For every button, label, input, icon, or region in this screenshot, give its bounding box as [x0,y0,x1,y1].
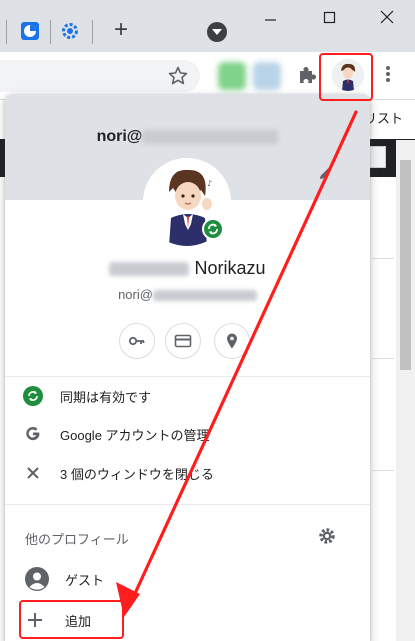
profile-item-guest[interactable]: ゲスト [5,561,370,597]
tab-separator [92,20,93,44]
guest-avatar-icon [25,567,49,591]
google-g-icon [23,424,43,444]
email-line-prefix: nori@ [118,287,153,302]
divider [5,504,370,505]
page-divider [372,358,394,359]
tab-separator [6,20,7,44]
close-icon [23,463,43,483]
addresses-button[interactable] [214,323,250,359]
highlight-box-avatar [319,53,373,101]
sync-badge-icon [202,218,224,240]
settings-tab-icon[interactable] [60,21,80,41]
puzzle-icon[interactable] [296,64,318,86]
chrome-menu-kebab-icon[interactable] [383,64,393,86]
redacted-text [142,129,279,144]
redacted-text [152,290,257,302]
menu-item-label: Google アカウントの管理 [60,428,210,443]
email-prefix: nori@ [96,128,143,145]
tab-separator [50,20,51,44]
profile-email: nori@ [5,287,370,302]
payment-methods-button[interactable] [165,323,201,359]
close-window-button[interactable] [373,6,403,30]
page-divider [372,258,394,259]
browser-window: + リスト nori@ ♪ Norikazu nori@ 同期は有効です Goo… [0,0,415,641]
profile-name-text: Norikazu [194,258,266,278]
menu-item-manage-google-account[interactable]: Google アカウントの管理 [5,416,370,452]
tab-favicon-icon[interactable] [20,21,40,41]
scrollbar-thumb[interactable] [400,160,411,370]
menu-item-sync[interactable]: 同期は有効です [5,378,370,414]
profile-name: Norikazu [5,258,370,279]
account-email-heading: nori@ [5,128,370,146]
divider [5,376,370,377]
highlight-box-add [19,600,124,639]
page-divider [372,470,394,471]
edit-pencil-icon[interactable] [317,164,335,182]
other-profiles-title: 他のプロフィール [25,532,129,547]
minimize-button[interactable] [255,6,285,30]
svg-text:♪: ♪ [207,179,212,188]
location-pin-icon [227,333,237,349]
extension-icon[interactable] [218,62,246,90]
new-tab-button[interactable]: + [108,17,134,43]
tab-strip: + [0,0,415,52]
passwords-button[interactable] [119,323,155,359]
extension-icon[interactable] [253,62,281,90]
gear-icon[interactable] [317,526,337,546]
menu-item-label: 同期は有効です [60,390,152,405]
menu-item-close-windows[interactable]: 3 個のウィンドウを閉じる [5,455,370,491]
tab-search-icon[interactable] [207,22,227,42]
sync-icon [23,386,43,406]
redacted-text [109,262,190,277]
star-icon[interactable] [166,64,190,88]
credit-card-icon [174,334,192,348]
maximize-button[interactable] [315,6,345,30]
key-icon [128,336,145,346]
profile-item-label: ゲスト [65,573,105,588]
profile-menu-popup: nori@ ♪ Norikazu nori@ 同期は有効です Google アカ… [5,94,370,641]
menu-item-label: 3 個のウィンドウを閉じる [60,467,214,482]
